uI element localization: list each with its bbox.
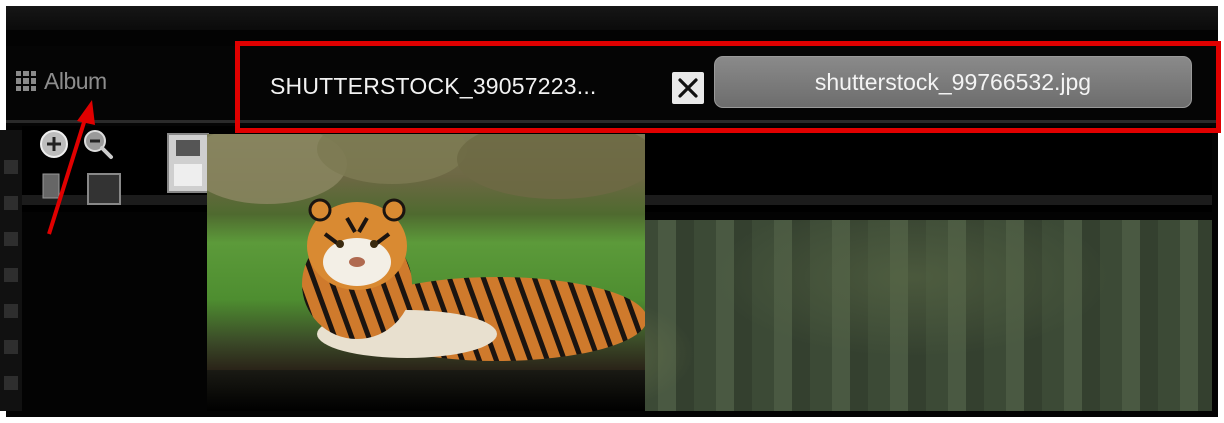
tab-bar-divider xyxy=(6,120,1218,123)
fullscreen-button[interactable] xyxy=(86,172,122,206)
fullscreen-icon xyxy=(87,173,121,205)
photo-shadow xyxy=(207,370,645,411)
save-button[interactable] xyxy=(166,132,210,194)
album-label: Album xyxy=(44,67,107,94)
close-icon xyxy=(678,78,698,98)
album-button[interactable]: Album xyxy=(16,66,107,96)
zoom-out-button[interactable] xyxy=(82,128,114,160)
title-bar xyxy=(6,6,1218,30)
zoom-in-icon xyxy=(40,130,68,158)
tab-label: shutterstock_99766532.jpg xyxy=(814,68,1092,95)
grid-icon xyxy=(16,71,36,91)
tab-close-button[interactable] xyxy=(672,72,704,104)
tab-shutterstock-99766532[interactable]: shutterstock_99766532.jpg xyxy=(714,56,1192,108)
zoom-out-icon xyxy=(84,130,113,159)
tab-label: SHUTTERSTOCK_39057223... xyxy=(270,72,597,99)
tiger-figure xyxy=(302,198,645,361)
fit-icon xyxy=(42,173,60,199)
zoom-in-button[interactable] xyxy=(38,128,70,160)
tiger-photo xyxy=(207,134,645,370)
fit-button[interactable] xyxy=(40,172,62,200)
filmstrip-edge xyxy=(0,130,22,411)
floppy-disk-icon xyxy=(167,133,209,193)
tab-shutterstock-39057223[interactable]: SHUTTERSTOCK_39057223... xyxy=(270,66,660,106)
